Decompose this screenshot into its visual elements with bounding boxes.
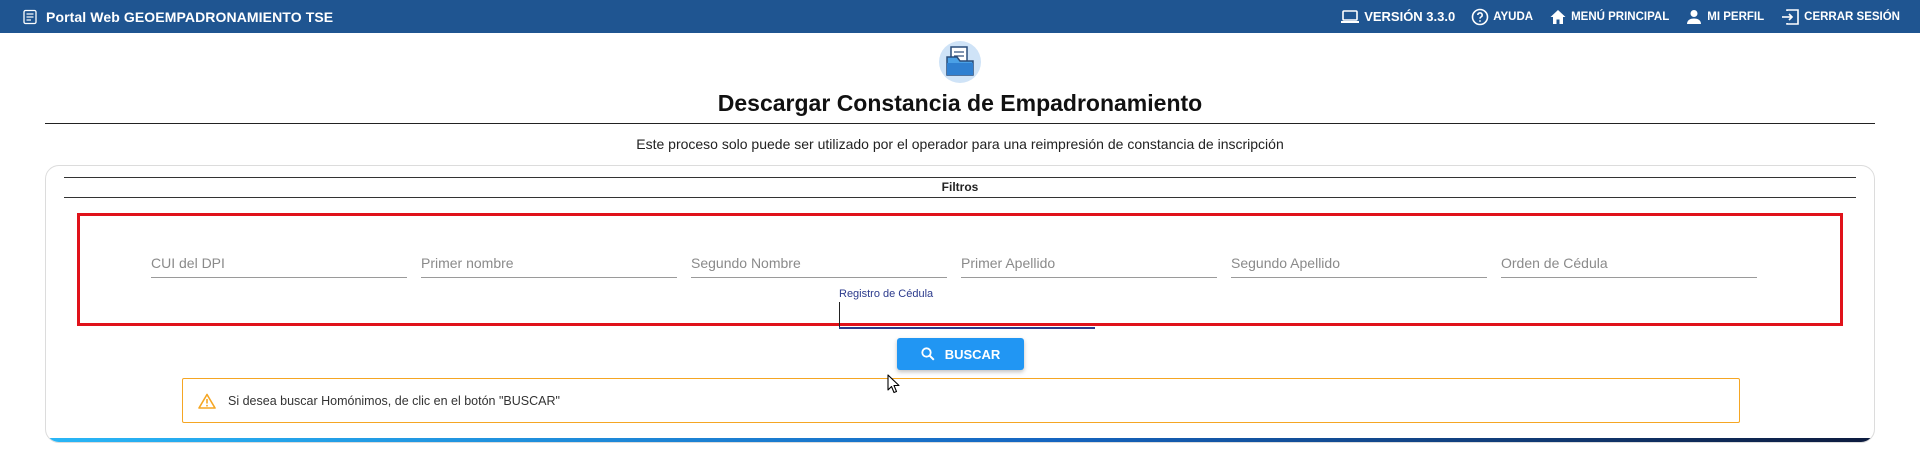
- cedula-registry-label: Registro de Cédula: [839, 288, 934, 300]
- cedula-order-field-wrapper: [1501, 243, 1757, 278]
- warning-icon: [198, 393, 216, 409]
- second-surname-input[interactable]: [1231, 249, 1487, 275]
- cui-field-wrapper: [151, 243, 407, 278]
- page-title: Descargar Constancia de Empadronamiento: [717, 90, 1203, 116]
- mouse-cursor-icon: [887, 374, 900, 394]
- first-name-input[interactable]: [421, 249, 677, 275]
- main-menu-link[interactable]: MENÚ PRINCIPAL: [1549, 8, 1669, 26]
- first-surname-input[interactable]: [961, 249, 1217, 275]
- filters-section-header: Filtros: [64, 177, 1856, 198]
- help-circle-icon: [1471, 8, 1489, 25]
- homonyms-notice: Si desea buscar Homónimos, de clic en el…: [182, 378, 1740, 423]
- help-link[interactable]: AYUDA: [1471, 8, 1533, 26]
- person-icon: [1687, 9, 1702, 24]
- search-icon: [921, 347, 935, 361]
- top-nav-links: VERSIÓN 3.3.0 AYUDA MENÚ PRINCIPAL MI PE…: [1324, 0, 1900, 33]
- cedula-order-input[interactable]: [1501, 249, 1757, 275]
- filters-form: Registro de Cédula: [77, 213, 1843, 329]
- profile-label: MI PERFIL: [1707, 10, 1765, 23]
- app-title: Portal Web GEOEMPADRONAMIENTO TSE: [46, 8, 334, 25]
- logout-link[interactable]: CERRAR SESIÓN: [1780, 8, 1900, 26]
- profile-link[interactable]: MI PERFIL: [1685, 8, 1764, 26]
- logout-label: CERRAR SESIÓN: [1804, 10, 1900, 23]
- second-name-field-wrapper: [691, 243, 947, 278]
- document-folder-icon: [939, 41, 981, 83]
- help-label: AYUDA: [1493, 10, 1534, 23]
- version-text: VERSIÓN 3.3.0: [1364, 9, 1456, 24]
- page-subtitle: Este proceso solo puede ser utilizado po…: [636, 136, 1284, 152]
- cui-input[interactable]: [151, 249, 407, 275]
- cedula-registry-input[interactable]: [839, 302, 1095, 327]
- second-name-input[interactable]: [691, 249, 947, 275]
- notice-text: Si desea buscar Homónimos, de clic en el…: [228, 393, 560, 408]
- version-indicator: VERSIÓN 3.3.0: [1340, 9, 1455, 25]
- logout-icon: [1782, 8, 1799, 25]
- title-divider: [45, 123, 1875, 124]
- top-navigation-bar: Portal Web GEOEMPADRONAMIENTO TSE VERSIÓ…: [0, 0, 1920, 33]
- card-bottom-accent: [46, 438, 1874, 442]
- cedula-registry-field-wrapper: [839, 302, 1095, 329]
- laptop-icon: [1341, 9, 1360, 23]
- search-button-label: BUSCAR: [944, 346, 1001, 362]
- search-button[interactable]: BUSCAR: [897, 338, 1024, 370]
- second-surname-field-wrapper: [1231, 243, 1487, 278]
- home-icon: [1550, 9, 1566, 24]
- first-surname-field-wrapper: [961, 243, 1217, 278]
- main-menu-label: MENÚ PRINCIPAL: [1571, 10, 1670, 23]
- search-card: Filtros Registro de Cédula BUSCAR: [45, 165, 1875, 443]
- brand: Portal Web GEOEMPADRONAMIENTO TSE: [22, 9, 333, 25]
- first-name-field-wrapper: [421, 243, 677, 278]
- id-card-icon: [23, 9, 37, 24]
